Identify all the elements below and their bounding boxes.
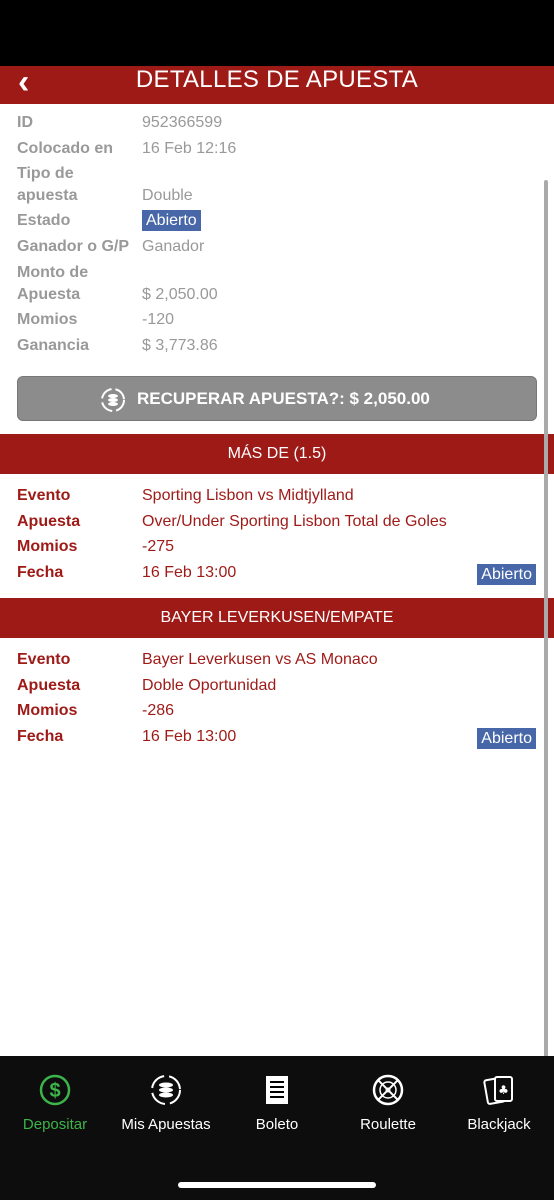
leg-row-bet: Apuesta Doble Oportunidad: [0, 675, 554, 701]
detail-label: Apuesta: [17, 286, 81, 303]
leg-row-odds: Momios -286: [0, 700, 554, 726]
detail-value: -120: [142, 311, 175, 328]
leg-value: -286: [142, 702, 175, 719]
home-indicator: [178, 1182, 376, 1188]
leg-value: 16 Feb 13:00: [142, 728, 237, 745]
detail-value: $ 2,050.00: [142, 286, 218, 303]
status-badge: Abierto: [142, 210, 201, 231]
detail-value: Abierto: [142, 210, 201, 232]
leg-label: Momios: [17, 538, 78, 555]
scrollbar[interactable]: [544, 180, 548, 1060]
page-title: DETALLES DE APUESTA: [135, 66, 419, 93]
detail-label: Estado: [17, 212, 71, 229]
leg-row-date: Fecha 16 Feb 13:00 Abierto: [0, 562, 554, 588]
status-bar: [0, 0, 554, 66]
leg-header: MÁS DE (1.5): [0, 434, 554, 474]
leg-label: Apuesta: [17, 677, 81, 694]
detail-label: apuesta: [17, 187, 78, 204]
leg-row-odds: Momios -275: [0, 536, 554, 562]
detail-value: 952366599: [142, 114, 223, 131]
svg-text:♣: ♣: [498, 1083, 509, 1097]
leg-value: Over/Under Sporting Lisbon Total de Gole…: [142, 513, 447, 530]
roulette-wheel-icon: [372, 1074, 404, 1106]
page-header: ‹ DETALLES DE APUESTA: [0, 63, 554, 104]
leg-label: Fecha: [17, 564, 64, 581]
detail-label: Colocado en: [17, 140, 114, 157]
detail-label: Monto de: [17, 264, 89, 281]
detail-value: Ganador: [142, 238, 205, 255]
leg-value: Sporting Lisbon vs Midtjylland: [142, 487, 354, 504]
tab-blackjack[interactable]: ♣ Blackjack: [444, 1056, 554, 1156]
bottom-tab-bar: $ Depositar Mis Apuestas Boleto Roulette…: [0, 1056, 554, 1200]
svg-text:$: $: [49, 1080, 60, 1102]
tab-depositar[interactable]: $ Depositar: [0, 1056, 110, 1156]
tab-label: Blackjack: [467, 1116, 531, 1133]
detail-label: Ganancia: [17, 337, 90, 354]
leg-label: Evento: [17, 651, 71, 668]
leg-label: Fecha: [17, 728, 64, 745]
leg-header: BAYER LEVERKUSEN/EMPATE: [0, 598, 554, 638]
leg-row-bet: Apuesta Over/Under Sporting Lisbon Total…: [0, 511, 554, 537]
leg-value: -275: [142, 538, 175, 555]
playing-cards-icon: ♣: [483, 1076, 513, 1105]
status-badge: Abierto: [477, 728, 536, 749]
detail-label: ID: [17, 114, 33, 131]
detail-label: Tipo de: [17, 165, 74, 182]
detail-label: Ganador o G/P: [17, 238, 130, 255]
leg-label: Apuesta: [17, 513, 81, 530]
ticket-list-icon: [266, 1076, 288, 1104]
leg-label: Momios: [17, 702, 78, 719]
tab-mis-apuestas[interactable]: Mis Apuestas: [111, 1056, 221, 1156]
detail-label: Momios: [17, 311, 78, 328]
detail-value: 16 Feb 12:16: [142, 140, 237, 157]
leg-value: 16 Feb 13:00: [142, 564, 237, 581]
leg-label: Evento: [17, 487, 71, 504]
leg-row-date: Fecha 16 Feb 13:00 Abierto: [0, 726, 554, 752]
status-badge: Abierto: [477, 564, 536, 585]
detail-value: $ 3,773.86: [142, 337, 218, 354]
recover-bet-label: RECUPERAR APUESTA?: $ 2,050.00: [137, 389, 430, 408]
dollar-circle-icon: $: [39, 1074, 71, 1106]
tab-roulette[interactable]: Roulette: [333, 1056, 443, 1156]
coins-refresh-icon: [101, 388, 125, 412]
detail-value: Double: [142, 187, 193, 204]
leg-value: Doble Oportunidad: [142, 677, 277, 694]
leg-value: Bayer Leverkusen vs AS Monaco: [142, 651, 378, 668]
recover-bet-button[interactable]: RECUPERAR APUESTA?: $ 2,050.00: [17, 376, 537, 421]
coins-refresh-icon: [151, 1075, 181, 1105]
leg-row-event: Evento Bayer Leverkusen vs AS Monaco: [0, 649, 554, 675]
leg-row-event: Evento Sporting Lisbon vs Midtjylland: [0, 485, 554, 511]
tab-boleto[interactable]: Boleto: [222, 1056, 332, 1156]
